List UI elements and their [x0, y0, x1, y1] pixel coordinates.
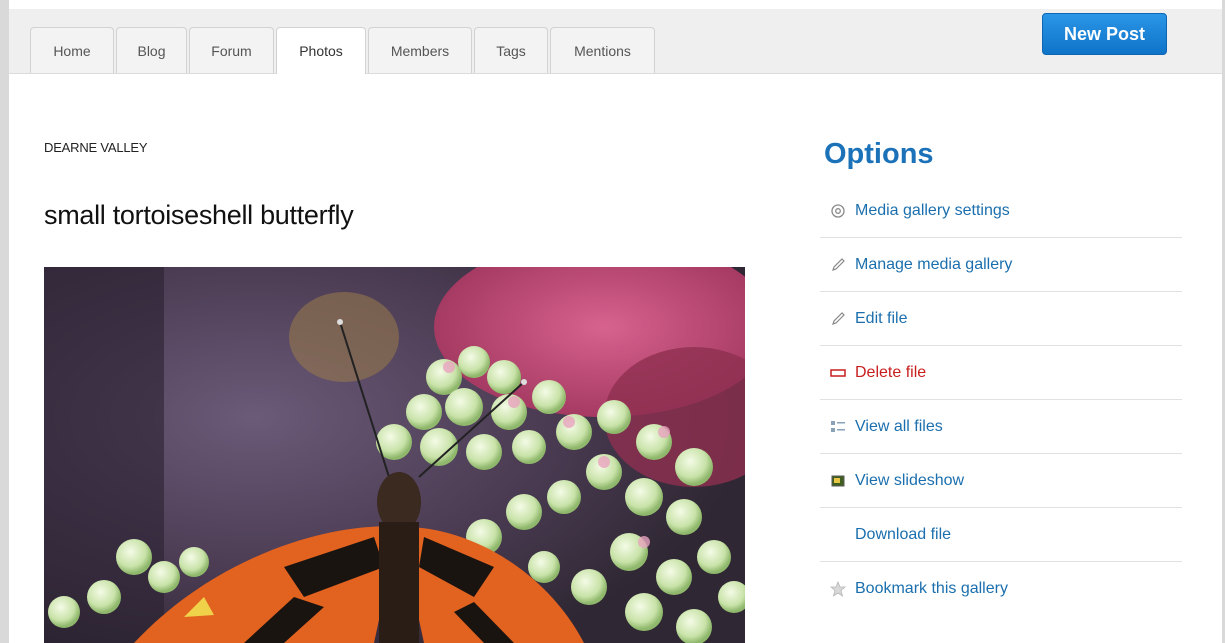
window-left-edge — [0, 0, 9, 643]
minus-icon — [820, 363, 856, 383]
option-label: View all files — [855, 417, 943, 435]
tab-home[interactable]: Home — [30, 27, 114, 73]
slideshow-icon — [820, 471, 856, 491]
download-file-link[interactable]: Download file — [820, 508, 1182, 562]
list-icon — [820, 417, 856, 437]
view-all-files-link[interactable]: View all files — [820, 400, 1182, 454]
option-label: Edit file — [855, 309, 908, 327]
manage-media-gallery-link[interactable]: Manage media gallery — [820, 238, 1182, 292]
option-label: Media gallery settings — [855, 201, 1010, 219]
delete-file-link[interactable]: Delete file — [820, 346, 1182, 400]
tab-members[interactable]: Members — [368, 27, 472, 73]
media-gallery-settings-link[interactable]: Media gallery settings — [820, 184, 1182, 238]
window-top-edge — [0, 0, 1225, 9]
pencil-icon — [820, 309, 856, 329]
tab-bar: Home Blog Forum Photos Members Tags Ment… — [9, 9, 1222, 74]
bookmark-gallery-link[interactable]: Bookmark this gallery — [820, 562, 1182, 616]
page-title: small tortoiseshell butterfly — [44, 200, 354, 230]
photo-image[interactable] — [44, 267, 745, 643]
option-label: Delete file — [855, 363, 927, 381]
option-label: Manage media gallery — [855, 255, 1013, 273]
star-icon — [820, 579, 856, 599]
option-label: Download file — [855, 525, 952, 543]
tab-blog[interactable]: Blog — [116, 27, 187, 73]
pencil-icon — [820, 255, 856, 275]
tab-tags[interactable]: Tags — [474, 27, 548, 73]
option-label: View slideshow — [855, 471, 965, 489]
tab-photos[interactable]: Photos — [276, 27, 366, 74]
new-post-button[interactable]: New Post — [1042, 13, 1167, 55]
tab-mentions[interactable]: Mentions — [550, 27, 655, 73]
options-heading: Options — [824, 138, 934, 170]
tab-forum[interactable]: Forum — [189, 27, 274, 73]
option-label: Bookmark this gallery — [855, 580, 1008, 597]
breadcrumb[interactable]: DEARNE VALLEY — [44, 140, 148, 155]
gear-icon — [820, 201, 856, 221]
view-slideshow-link[interactable]: View slideshow — [820, 454, 1182, 508]
edit-file-link[interactable]: Edit file — [820, 292, 1182, 346]
